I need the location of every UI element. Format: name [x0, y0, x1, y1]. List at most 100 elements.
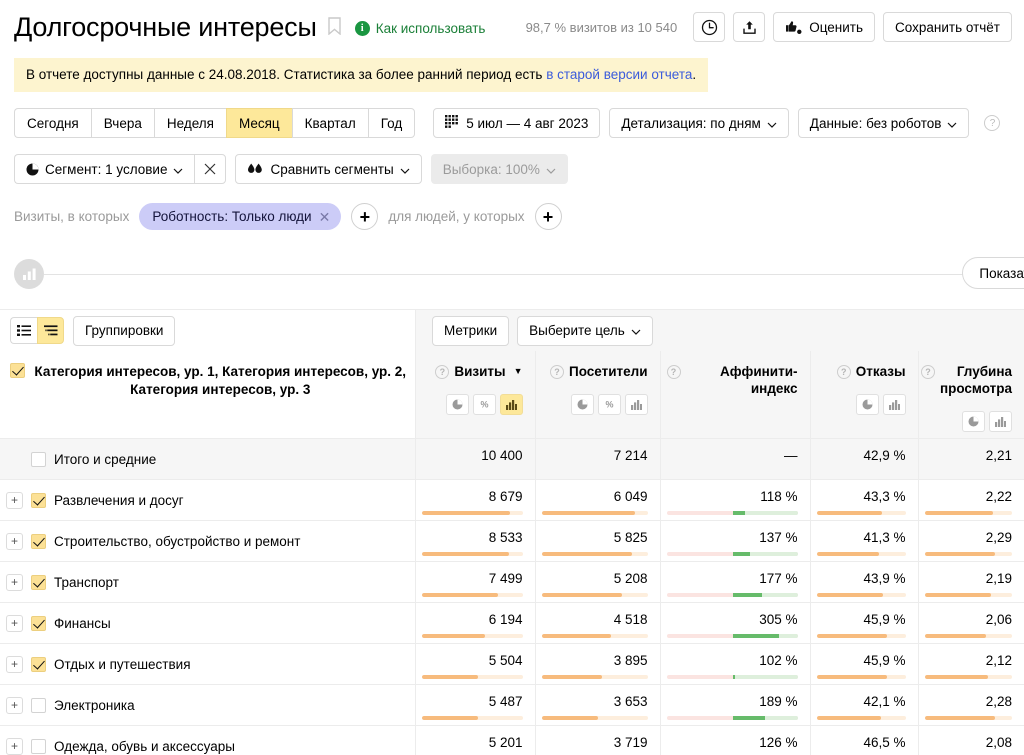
chevron-down-icon: [546, 162, 556, 177]
compare-segments-button[interactable]: Сравнить сегменты: [235, 154, 422, 184]
period-year[interactable]: Год: [367, 108, 416, 138]
row-visits-value: 5 487: [488, 694, 523, 709]
pie-view-button[interactable]: [445, 394, 469, 415]
period-yesterday[interactable]: Вчера: [90, 108, 154, 138]
app-root: Долгосрочные интересы i Как использовать…: [0, 0, 1024, 755]
row-dimension-cell: + Транспорт: [0, 561, 416, 603]
bars-view-button[interactable]: [989, 411, 1012, 432]
how-to-use-link[interactable]: i Как использовать: [354, 21, 485, 36]
bookmark-icon[interactable]: [328, 16, 341, 40]
row-visitors-bar: [541, 716, 648, 720]
groupings-button[interactable]: Группировки: [73, 315, 176, 346]
question-icon[interactable]: ?: [920, 365, 935, 379]
save-report-label: Сохранить отчёт: [895, 19, 1000, 35]
row-checkbox[interactable]: [31, 533, 46, 549]
row-affinity-value: 189 %: [759, 694, 798, 709]
totals-checkbox[interactable]: [31, 451, 46, 467]
question-icon[interactable]: ?: [435, 365, 450, 379]
row-checkbox[interactable]: [31, 492, 46, 508]
rate-button[interactable]: Оценить: [773, 12, 876, 42]
metric-header-affinity[interactable]: ? Аффинити-индекс: [659, 351, 810, 439]
goal-dropdown[interactable]: Выберите цель: [517, 315, 653, 346]
row-checkbox[interactable]: [31, 656, 46, 672]
row-bounce-bar: [816, 552, 906, 556]
row-visits-bar: [421, 634, 523, 638]
data-dropdown[interactable]: Данные: без роботов: [797, 108, 970, 138]
row-depth-bar: [924, 716, 1012, 720]
percent-view-button[interactable]: %: [472, 394, 496, 415]
metric-header-bounce[interactable]: ? Отказы: [809, 351, 918, 439]
old-report-link[interactable]: в старой версии отчета: [546, 67, 692, 82]
detail-dropdown[interactable]: Детализация: по дням: [609, 108, 789, 138]
period-month[interactable]: Месяц: [225, 108, 292, 138]
row-affinity-value: 126 %: [759, 735, 798, 750]
period-week[interactable]: Неделя: [153, 108, 226, 138]
expand-row-button[interactable]: +: [6, 655, 23, 673]
dimension-header-cell: Категория интересов, ур. 1, Категория ин…: [0, 351, 416, 439]
question-icon[interactable]: ?: [666, 365, 681, 379]
metric-label: Визиты: [454, 364, 506, 379]
page-header: Долгосрочные интересы i Как использовать…: [0, 0, 1024, 46]
row-depth-bar: [924, 634, 1012, 638]
expand-row-button[interactable]: +: [6, 614, 23, 632]
close-icon[interactable]: ✕: [319, 210, 331, 224]
save-report-button[interactable]: Сохранить отчёт: [883, 12, 1012, 42]
period-quarter[interactable]: Квартал: [291, 108, 368, 138]
share-button[interactable]: [733, 12, 766, 42]
bars-view-button[interactable]: [499, 394, 523, 415]
expand-row-button[interactable]: +: [6, 737, 23, 755]
pie-view-button[interactable]: [570, 394, 594, 415]
row-depth-cell: 2,29: [917, 520, 1024, 562]
question-icon[interactable]: ?: [836, 365, 851, 379]
bars-view-button[interactable]: [624, 394, 648, 415]
data-label: Данные: без роботов: [809, 115, 942, 131]
table-body: Итого и средние 10 400 7 214 — 42,9 % 2,…: [0, 438, 1024, 755]
row-bounce-bar-fill: [816, 593, 884, 597]
period-today[interactable]: Сегодня: [14, 108, 91, 138]
question-icon[interactable]: ?: [549, 365, 564, 379]
metric-header-visits[interactable]: ? Визиты ▼ %: [414, 351, 535, 439]
filter-chip-robotness[interactable]: Роботность: Только люди ✕: [139, 203, 342, 230]
segment-dropdown[interactable]: Сегмент: 1 условие: [14, 154, 195, 184]
row-checkbox[interactable]: [31, 615, 46, 631]
affinity-bar-value: [733, 511, 746, 515]
sample-dropdown[interactable]: Выборка: 100%: [430, 154, 568, 184]
metric-header-visitors[interactable]: ? Посетители %: [534, 351, 660, 439]
question-icon[interactable]: ?: [984, 115, 1001, 131]
row-checkbox[interactable]: [31, 738, 46, 754]
pie-view-button[interactable]: [962, 411, 985, 432]
expand-row-button[interactable]: +: [6, 696, 23, 714]
report-table: Категория интересов, ур. 1, Категория ин…: [0, 351, 1024, 755]
percent-view-button[interactable]: %: [597, 394, 621, 415]
bars-view-button[interactable]: [882, 394, 906, 415]
list-view-button[interactable]: [10, 317, 37, 344]
row-bounce-bar-fill: [816, 675, 887, 679]
dimension-checkbox[interactable]: [10, 363, 25, 378]
row-visits-bar-fill: [421, 511, 511, 515]
row-checkbox[interactable]: [31, 574, 46, 590]
show-chart-button[interactable]: Показать график: [962, 257, 1024, 289]
add-visit-filter-button[interactable]: +: [351, 203, 379, 230]
strip-divider: [44, 273, 1024, 275]
affinity-bar-value: [733, 716, 765, 720]
sample-label: Выборка: 100%: [442, 161, 540, 177]
pie-view-button[interactable]: [855, 394, 879, 415]
history-button[interactable]: [693, 12, 726, 42]
row-depth-cell: 2,28: [917, 684, 1024, 726]
add-people-filter-button[interactable]: +: [534, 203, 562, 230]
metrics-button[interactable]: Метрики: [432, 315, 510, 346]
metric-header-depth[interactable]: ? Глубина просмотра: [917, 351, 1024, 439]
row-depth-bar: [924, 552, 1012, 556]
expand-row-button[interactable]: +: [6, 491, 23, 509]
row-affinity-bar: [666, 511, 798, 515]
table-toolbar: Группировки Метрики Выберите цель: [0, 309, 1024, 351]
tree-view-button[interactable]: [37, 317, 64, 344]
expand-row-button[interactable]: +: [6, 573, 23, 591]
totals-dimension-cell: Итого и средние: [0, 438, 416, 480]
row-checkbox[interactable]: [31, 697, 46, 713]
segment-clear-button[interactable]: [194, 154, 227, 184]
date-range-button[interactable]: 5 июл — 4 авг 2023: [433, 108, 601, 138]
row-depth-bar-fill: [924, 552, 996, 556]
expand-row-button[interactable]: +: [6, 532, 23, 550]
row-label: Финансы: [54, 615, 111, 631]
